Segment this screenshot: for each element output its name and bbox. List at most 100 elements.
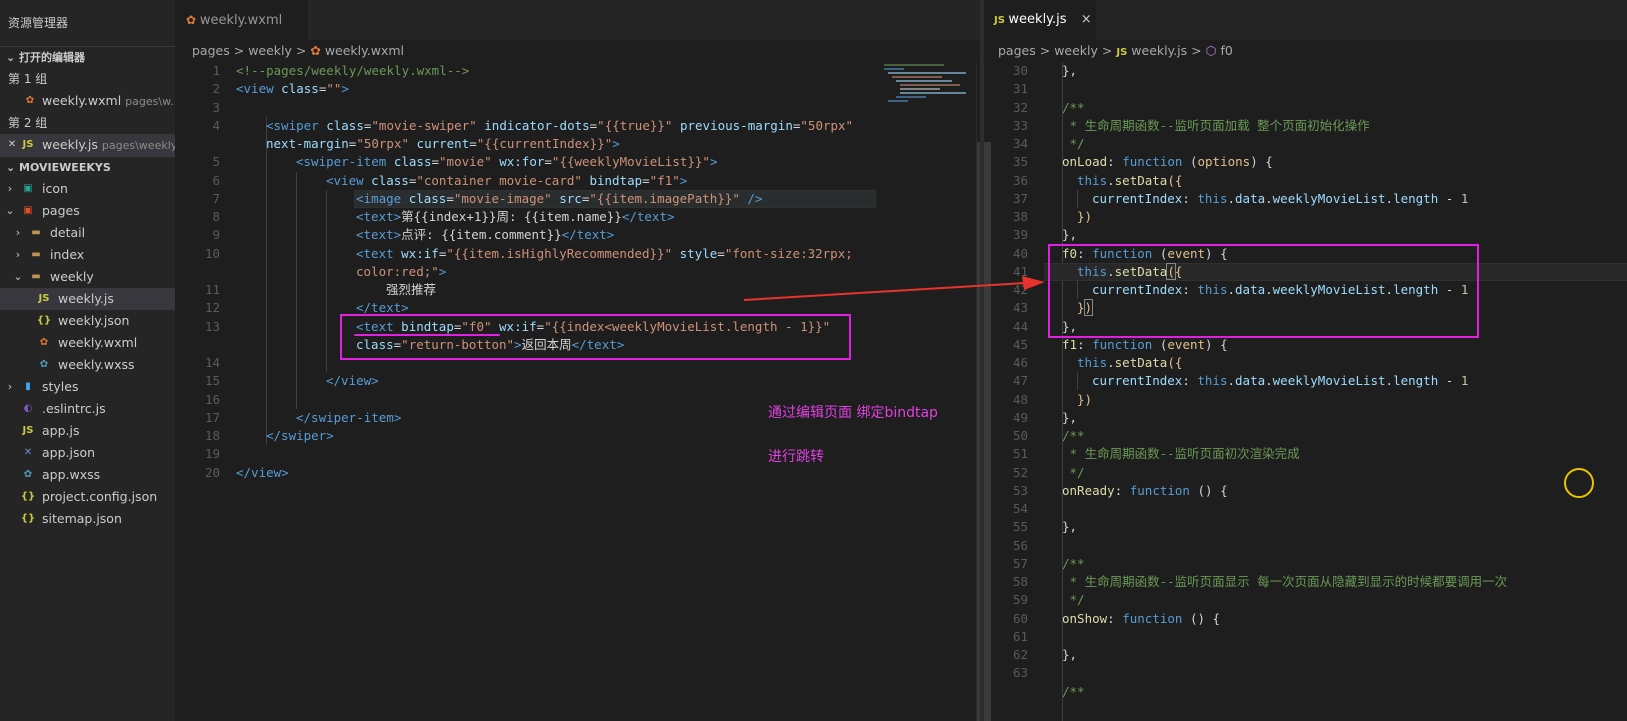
tree-item-app-json[interactable]: ✕ app.json — [0, 442, 175, 464]
js-file-icon: JS — [38, 293, 50, 304]
tree-item-weekly-js[interactable]: JS weekly.js — [0, 288, 175, 310]
line-number: 33 — [1012, 117, 1028, 133]
chevron-right-icon: › — [15, 226, 21, 239]
tree-item-label: weekly.json — [58, 313, 130, 328]
line-number: 1 — [212, 63, 220, 78]
line-number: 54 — [1012, 501, 1028, 516]
tab-weekly-js[interactable]: JS weekly.js × — [984, 0, 1096, 40]
code-line: * 生命周期函数--监听页面初次渲染完成 — [1062, 446, 1300, 462]
tree-item-project-config[interactable]: {} project.config.json — [0, 486, 175, 508]
code-line: * 生命周期函数--监听页面加载 整个页面初始化操作 — [1062, 117, 1370, 133]
tree-item-label: sitemap.json — [42, 511, 122, 526]
tree-item-eslintrc[interactable]: ◐ .eslintrc.js — [0, 398, 175, 420]
tree-item-index[interactable]: › ▬ index — [0, 244, 175, 266]
breadcrumb-item[interactable]: pages — [998, 43, 1036, 58]
breadcrumb-item[interactable]: weekly — [1054, 43, 1098, 58]
line-number: 39 — [1012, 227, 1028, 243]
breadcrumb-item[interactable]: f0 — [1221, 43, 1233, 58]
line-number: 5 — [212, 154, 220, 170]
left-code-editor[interactable]: 1 2 3 4 5 6 7 8 9 10 11 12 13 14 15 16 1… — [176, 62, 1014, 721]
project-section[interactable]: ⌄ MOVIEWEEKYS — [0, 156, 175, 178]
breadcrumb-item[interactable]: weekly.js — [1131, 43, 1187, 58]
open-editors-section[interactable]: ⌄ 打开的编辑器 — [0, 46, 175, 68]
line-number: 35 — [1012, 154, 1028, 170]
tree-item-styles[interactable]: › ▮ styles — [0, 376, 175, 398]
tab-weekly-wxml[interactable]: ✿ weekly.wxml — [176, 0, 308, 40]
line-number: 51 — [1012, 446, 1028, 462]
breadcrumb-item[interactable]: pages — [192, 43, 230, 58]
breadcrumb-separator: > — [1101, 43, 1113, 58]
code-line: }, — [1062, 409, 1078, 425]
open-editors-label: 打开的编辑器 — [19, 51, 86, 64]
code-line: /** — [1062, 555, 1085, 571]
indent-guide — [296, 171, 297, 409]
line-number: 47 — [1012, 373, 1028, 389]
chevron-down-icon: ⌄ — [6, 51, 20, 64]
breadcrumb-item[interactable]: weekly — [248, 43, 292, 58]
line-number: 17 — [204, 409, 220, 425]
code-line: currentIndex: this.data.weeklyMovieList.… — [1092, 373, 1469, 389]
js-file-icon: JS — [22, 425, 34, 436]
open-editor-label: weekly.wxml — [42, 93, 122, 108]
tree-item-app-js[interactable]: JS app.js — [0, 420, 175, 442]
js-file-icon: JS — [994, 15, 1009, 26]
line-number: 46 — [1012, 355, 1028, 370]
tree-item-app-wxss[interactable]: ✿ app.wxss — [0, 464, 175, 486]
breadcrumb-separator: > — [1191, 43, 1202, 58]
line-number: 61 — [1012, 628, 1028, 644]
breadcrumb-separator: > — [295, 43, 307, 58]
tree-item-icon[interactable]: › ▣ icon — [0, 178, 175, 200]
wxml-file-icon: ✿ — [25, 95, 35, 106]
right-code-editor[interactable]: 30 31 32 33 34 35 36 37 38 39 40 41 42 4… — [984, 62, 1627, 721]
line-number: 3 — [212, 99, 220, 115]
line-number: 11 — [204, 282, 220, 297]
code-line: /** — [1062, 99, 1085, 115]
line-number: 43 — [1012, 300, 1028, 316]
breadcrumb-item[interactable]: weekly.wxml — [325, 43, 404, 58]
folder-open-icon: ▬ — [31, 271, 41, 282]
project-name: MOVIEWEEKYS — [19, 161, 111, 174]
tab-label: weekly.js — [1008, 12, 1067, 27]
indent-guide — [1077, 189, 1078, 208]
tree-item-weekly-wxss[interactable]: ✿ weekly.wxss — [0, 354, 175, 376]
line-number: 14 — [204, 355, 220, 370]
code-line: /** — [1062, 428, 1085, 443]
line-number: 6 — [212, 172, 220, 188]
line-number: 4 — [212, 117, 220, 133]
tree-item-label: app.wxss — [42, 467, 101, 482]
line-number: 57 — [1012, 555, 1028, 571]
lightbulb-icon[interactable] — [1564, 468, 1594, 498]
tree-item-weekly-json[interactable]: {} weekly.json — [0, 310, 175, 332]
tree-item-weekly-wxml[interactable]: ✿ weekly.wxml — [0, 332, 175, 354]
right-breadcrumb: pages > weekly > JS weekly.js > ⬡ f0 — [998, 40, 1233, 62]
tree-item-weekly[interactable]: ⌄ ▬ weekly — [0, 266, 175, 288]
tree-item-label: weekly.wxss — [58, 357, 135, 372]
line-number: 52 — [1012, 464, 1028, 480]
open-editor-weekly-js[interactable]: ✕ JS weekly.js pages\weekly — [0, 134, 175, 156]
indent-guide — [1077, 372, 1078, 391]
line-number: 59 — [1012, 592, 1028, 608]
line-number: 40 — [1012, 245, 1028, 261]
tree-item-label: index — [50, 247, 85, 262]
line-number: 48 — [1012, 391, 1028, 407]
tree-item-sitemap[interactable]: {} sitemap.json — [0, 508, 175, 530]
line-number: 36 — [1012, 172, 1028, 188]
line-number: 16 — [204, 391, 220, 407]
code-line: */ — [1062, 464, 1085, 480]
json-file-icon: {} — [20, 491, 36, 502]
tree-item-label: pages — [42, 203, 80, 218]
line-number: 12 — [204, 300, 220, 316]
close-icon[interactable]: ✕ — [4, 134, 20, 156]
line-number: 34 — [1012, 136, 1028, 151]
line-number: 32 — [1012, 99, 1028, 115]
code-line: currentIndex: this.data.weeklyMovieList.… — [1092, 190, 1469, 206]
tree-item-pages[interactable]: ⌄ ▣ pages — [0, 200, 175, 222]
line-number: 63 — [1012, 665, 1028, 681]
open-editor-weekly-wxml[interactable]: ✿ weekly.wxmlpages\w... — [0, 90, 175, 112]
code-line: this.setData({ — [1077, 355, 1183, 370]
close-icon[interactable]: × — [1081, 12, 1092, 27]
explorer-sidebar: 打开的编辑器 资源管理器 ⌄ 打开的编辑器 第 1 组 ✿ weekly.wxm… — [0, 0, 176, 721]
line-number: 56 — [1012, 537, 1028, 553]
code-line: }, — [1062, 63, 1078, 78]
tree-item-detail[interactable]: › ▬ detail — [0, 222, 175, 244]
